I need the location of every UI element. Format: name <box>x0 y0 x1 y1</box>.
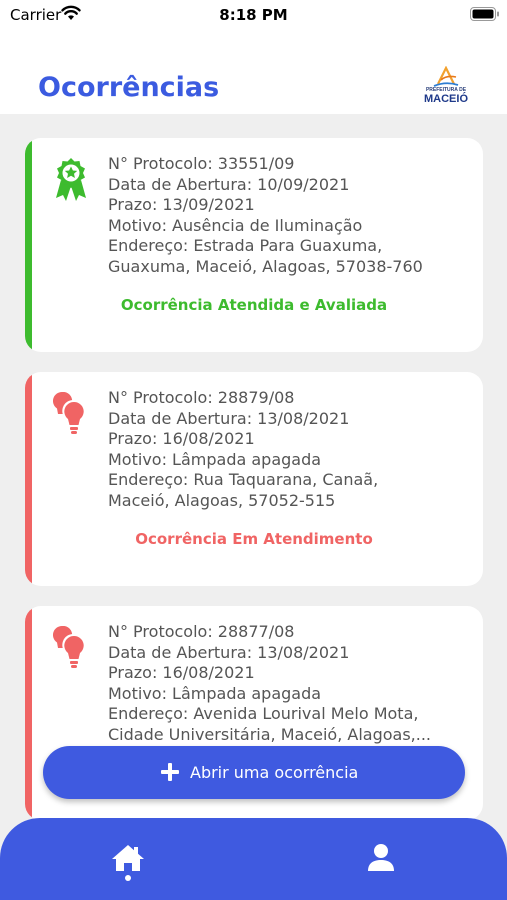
status-bar: Carrier 8:18 PM <box>0 0 507 30</box>
protocol-number: N° Protocolo: 33551/09 <box>108 154 295 173</box>
logo-mark-icon <box>433 66 459 87</box>
opening-date: Data de Abertura: 13/08/2021 <box>108 642 350 662</box>
occurrence-details: N° Protocolo: 33551/09 Data de Abertura:… <box>108 154 468 277</box>
lightbulbs-icon <box>52 625 89 670</box>
open-occurrence-button[interactable]: Abrir uma ocorrência <box>43 746 465 799</box>
logo-title: MACEIÓ <box>424 93 468 105</box>
address-line-1: Endereço: Avenida Lourival Melo Mota, <box>108 704 419 723</box>
plus-icon <box>158 760 182 789</box>
reason: Motivo: Lâmpada apagada <box>108 449 322 469</box>
status-time: 8:18 PM <box>219 6 288 24</box>
open-occurrence-label: Abrir uma ocorrência <box>190 763 359 782</box>
lightbulbs-icon <box>52 391 89 436</box>
status-label: Ocorrência Em Atendimento <box>135 530 373 548</box>
app-header: Ocorrências PREFEITURA DE MACEIÓ <box>0 30 507 114</box>
card-status-accent <box>25 372 32 586</box>
address-line-2: Guaxuma, Maceió, Alagoas, 57038-760 <box>108 256 423 276</box>
address-line-1: Endereço: Rua Taquarana, Canaã, <box>108 470 379 489</box>
opening-date: Data de Abertura: 10/09/2021 <box>108 174 350 194</box>
reason: Motivo: Ausência de Iluminação <box>108 215 363 235</box>
deadline: Prazo: 16/08/2021 <box>108 429 255 448</box>
status-label: Ocorrência Atendida e Avaliada <box>120 296 388 314</box>
occurrence-details: N° Protocolo: 28879/08 Data de Abertura:… <box>108 388 468 511</box>
address-line-2: Maceió, Alagoas, 57052-515 <box>108 490 336 510</box>
battery-icon <box>470 7 500 26</box>
protocol-number: N° Protocolo: 28877/08 <box>108 622 295 641</box>
deadline: Prazo: 16/08/2021 <box>108 663 255 682</box>
deadline: Prazo: 13/09/2021 <box>108 195 255 214</box>
bottom-navigation <box>0 818 507 900</box>
occurrence-card[interactable]: N° Protocolo: 28879/08 Data de Abertura:… <box>25 372 483 586</box>
card-status-accent <box>25 606 32 820</box>
address-line-1: Endereço: Estrada Para Guaxuma, <box>108 236 383 255</box>
home-icon[interactable] <box>110 842 146 882</box>
occurrence-details: N° Protocolo: 28877/08 Data de Abertura:… <box>108 622 468 745</box>
user-icon[interactable] <box>365 842 397 874</box>
reason: Motivo: Lâmpada apagada <box>108 683 322 703</box>
address-line-2: Cidade Universitária, Maceió, Alagoas,..… <box>108 724 431 744</box>
opening-date: Data de Abertura: 13/08/2021 <box>108 408 350 428</box>
prefeitura-logo: PREFEITURA DE MACEIÓ <box>418 66 474 108</box>
occurrence-card[interactable]: N° Protocolo: 33551/09 Data de Abertura:… <box>25 138 483 352</box>
page-title: Ocorrências <box>38 72 220 103</box>
card-status-accent <box>25 138 32 352</box>
protocol-number: N° Protocolo: 28879/08 <box>108 388 295 407</box>
award-icon <box>53 158 89 202</box>
